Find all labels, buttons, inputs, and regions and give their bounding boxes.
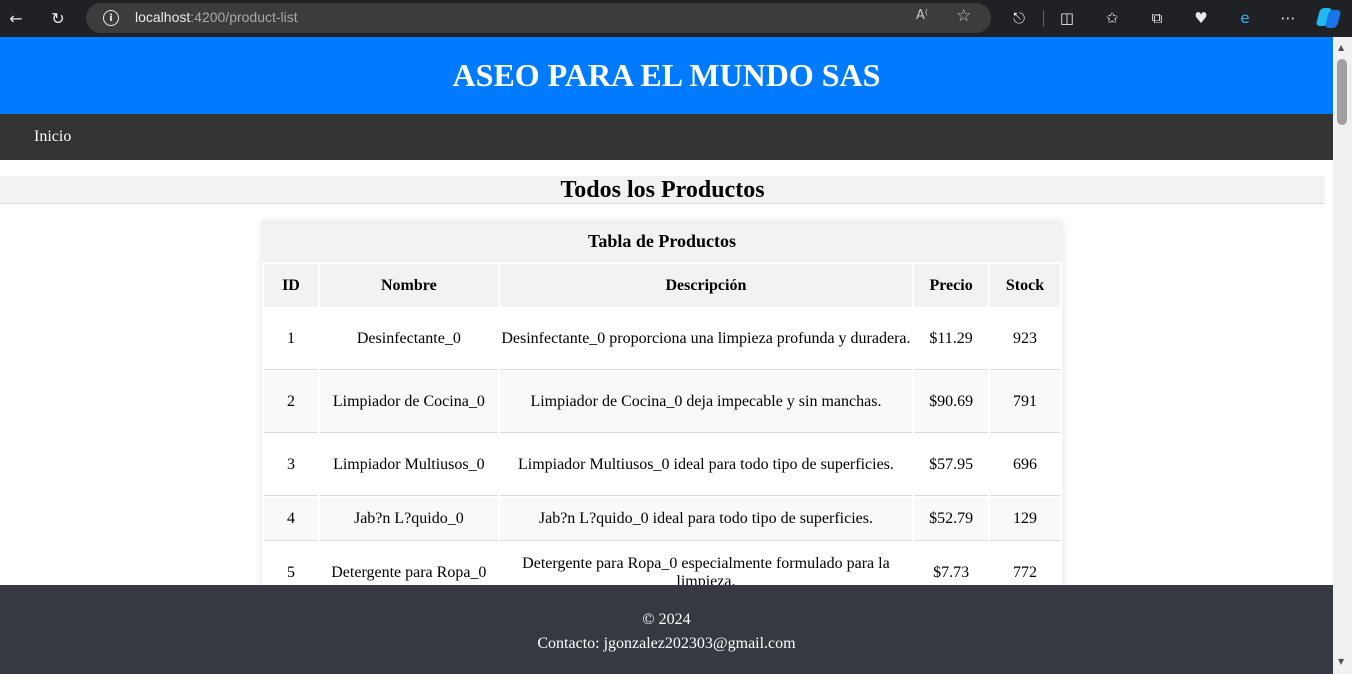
table-row: 2 Limpiador de Cocina_0 Limpiador de Coc… (264, 372, 1060, 433)
toolbar-divider (1043, 10, 1044, 27)
split-screen-icon[interactable]: ◫ (1055, 6, 1079, 30)
cell-stock: 696 (990, 435, 1060, 496)
extensions-icon[interactable]: ⎋ (1007, 6, 1031, 30)
column-header-precio: Precio (914, 264, 989, 307)
cell-precio: $90.69 (914, 372, 989, 433)
cell-precio: $11.29 (914, 309, 989, 370)
site-nav: Inicio (0, 114, 1333, 160)
address-bar[interactable]: i localhost:4200/product-list A⁽ ☆ (86, 3, 991, 33)
scroll-up-arrow-icon[interactable]: ▲ (1338, 43, 1344, 52)
cell-descripcion: Jab?n L?quido_0 ideal para todo tipo de … (499, 498, 913, 541)
site-title: ASEO PARA EL MUNDO SAS (452, 57, 881, 93)
cell-precio: $57.95 (914, 435, 989, 496)
column-header-descripcion: Descripción (499, 264, 913, 307)
site-header: ASEO PARA EL MUNDO SAS (0, 37, 1333, 114)
reload-icon[interactable]: ↻ (44, 4, 72, 32)
browser-toolbar: ← ↻ i localhost:4200/product-list A⁽ ☆ ⎋… (0, 0, 1352, 37)
table-row: 3 Limpiador Multiusos_0 Limpiador Multiu… (264, 435, 1060, 496)
products-table-card: Tabla de Productos ID Nombre Descripción… (262, 220, 1062, 606)
products-table: ID Nombre Descripción Precio Stock 1 Des… (262, 262, 1062, 606)
table-row: 4 Jab?n L?quido_0 Jab?n L?quido_0 ideal … (264, 498, 1060, 541)
cell-nombre: Desinfectante_0 (319, 309, 498, 370)
footer-copyright: © 2024 (642, 611, 691, 628)
cell-id: 2 (264, 372, 318, 433)
cell-descripcion: Limpiador de Cocina_0 deja impecable y s… (499, 372, 913, 433)
site-footer: © 2024 Contacto: jgonzalez202303@gmail.c… (0, 585, 1333, 674)
more-menu-icon[interactable]: ⋯ (1276, 6, 1300, 30)
copilot-icon[interactable] (1315, 6, 1342, 30)
cell-stock: 923 (990, 309, 1060, 370)
cell-id: 4 (264, 498, 318, 541)
cell-stock: 129 (990, 498, 1060, 541)
cell-id: 1 (264, 309, 318, 370)
page-scrollbar[interactable]: ▲ ▼ (1333, 37, 1352, 674)
cell-id: 3 (264, 435, 318, 496)
column-header-stock: Stock (990, 264, 1060, 307)
table-row: 1 Desinfectante_0 Desinfectante_0 propor… (264, 309, 1060, 370)
favorites-icon[interactable]: ✩ (1100, 6, 1124, 30)
scroll-down-arrow-icon[interactable]: ▼ (1338, 657, 1344, 666)
browser-essentials-icon[interactable]: ♥ (1189, 6, 1213, 30)
address-url[interactable]: localhost:4200/product-list (135, 9, 298, 25)
section-title-bar: Todos los Productos (0, 176, 1325, 204)
table-header-row: ID Nombre Descripción Precio Stock (264, 264, 1060, 307)
column-header-id: ID (264, 264, 318, 307)
site-info-icon[interactable]: i (103, 10, 119, 26)
cell-stock: 791 (990, 372, 1060, 433)
url-host: localhost (135, 9, 191, 25)
cell-nombre: Limpiador de Cocina_0 (319, 372, 498, 433)
cell-descripcion: Limpiador Multiusos_0 ideal para todo ti… (499, 435, 913, 496)
favorite-star-icon[interactable]: ☆ (956, 6, 971, 26)
cell-nombre: Jab?n L?quido_0 (319, 498, 498, 541)
read-aloud-icon[interactable]: A⁽ (916, 8, 928, 23)
scrollbar-thumb[interactable] (1337, 59, 1347, 125)
cell-precio: $52.79 (914, 498, 989, 541)
edge-icon[interactable]: e (1233, 6, 1257, 30)
column-header-nombre: Nombre (319, 264, 498, 307)
footer-contact: Contacto: jgonzalez202303@gmail.com (537, 635, 796, 652)
page-title: Todos los Productos (560, 177, 765, 203)
url-path: :4200/product-list (190, 9, 298, 25)
cell-nombre: Limpiador Multiusos_0 (319, 435, 498, 496)
table-caption: Tabla de Productos (262, 220, 1062, 262)
cell-descripcion: Desinfectante_0 proporciona una limpieza… (499, 309, 913, 370)
back-arrow-icon[interactable]: ← (2, 4, 30, 32)
page-viewport: ASEO PARA EL MUNDO SAS Inicio Todos los … (0, 37, 1333, 674)
collections-icon[interactable]: ⧉ (1145, 6, 1169, 30)
nav-link-inicio[interactable]: Inicio (34, 128, 71, 146)
